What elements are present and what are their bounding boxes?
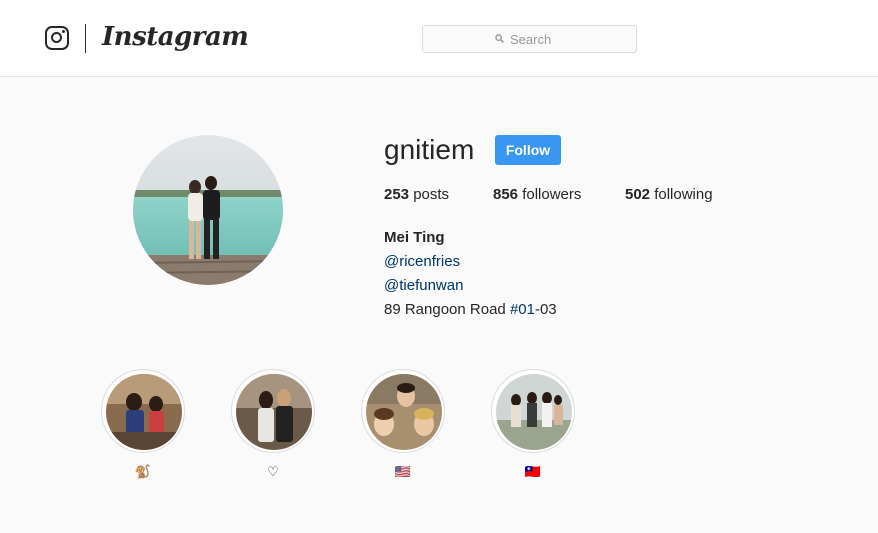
following-count-label: following	[654, 186, 713, 203]
story-highlight[interactable]	[361, 369, 445, 453]
instagram-wordmark-logo[interactable]: Instagram	[102, 22, 249, 52]
logo-divider	[85, 24, 86, 53]
bio-address: 89 Rangoon Road #01-03	[384, 298, 557, 322]
profile-avatar	[133, 135, 283, 285]
story-highlight[interactable]	[491, 369, 575, 453]
search-input[interactable]	[423, 26, 636, 52]
story-highlight-label: ♡	[267, 464, 279, 479]
bio-address-prefix: 89 Rangoon Road	[384, 301, 510, 318]
bio-mention-link[interactable]: @tiefunwan	[384, 277, 463, 294]
profile-bio: Mei Ting @ricenfries @tiefunwan 89 Rango…	[384, 226, 557, 322]
followers-count-value: 856	[493, 186, 519, 203]
posts-count: 253 posts	[384, 186, 449, 203]
search-box[interactable]	[422, 25, 637, 53]
story-highlight[interactable]	[231, 369, 315, 453]
posts-count-label: posts	[413, 186, 450, 203]
story-highlight[interactable]	[101, 369, 185, 453]
bio-address-suffix: -03	[534, 301, 557, 318]
story-highlight-label: 🐒	[134, 464, 152, 479]
highlight-cover-image	[496, 374, 572, 450]
following-count-value: 502	[625, 186, 651, 203]
story-highlight-label: 🇺🇸	[394, 464, 412, 479]
highlight-cover-image	[366, 374, 442, 450]
follow-button[interactable]: Follow	[495, 135, 561, 165]
following-count[interactable]: 502 following	[625, 186, 713, 203]
followers-count-label: followers	[522, 186, 582, 203]
posts-count-value: 253	[384, 186, 410, 203]
profile-full-name: Mei Ting	[384, 229, 445, 246]
followers-count[interactable]: 856 followers	[493, 186, 581, 203]
highlight-cover-image	[106, 374, 182, 450]
top-navigation-bar: Instagram	[0, 0, 878, 77]
bio-hashtag-link[interactable]: #01	[510, 301, 535, 318]
story-highlight-label: 🇹🇼	[524, 464, 542, 479]
highlight-cover-image	[236, 374, 312, 450]
instagram-camera-icon[interactable]	[45, 26, 69, 50]
bio-mention-link[interactable]: @ricenfries	[384, 253, 460, 270]
profile-username: gnitiem	[384, 134, 475, 165]
